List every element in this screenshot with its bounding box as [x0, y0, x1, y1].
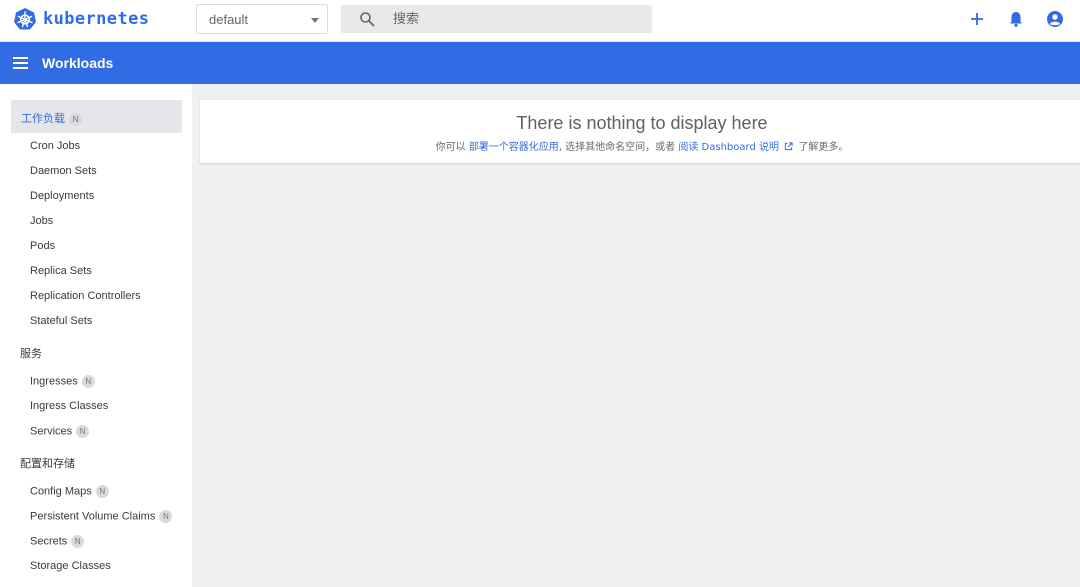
empty-state-title: There is nothing to display here: [516, 113, 768, 133]
sidebar-item-label: Persistent Volume Claims: [30, 510, 156, 523]
add-icon[interactable]: [968, 10, 986, 28]
sidebar-item-label: Services: [30, 425, 73, 438]
bell-icon[interactable]: [1007, 10, 1025, 28]
deploy-app-link[interactable]: 部署一个容器化应用: [469, 142, 559, 153]
namespace-value: default: [209, 12, 249, 27]
sidebar-item-label: 工作负载: [21, 113, 65, 125]
hint-middle: , 选择其他命名空间，或者: [558, 142, 676, 153]
account-icon[interactable]: [1046, 10, 1064, 28]
kubernetes-logo-icon[interactable]: [13, 7, 37, 31]
sidebar-item-replication-controllers[interactable]: Replication Controllers: [30, 290, 141, 302]
sidebar-item-daemon-sets[interactable]: Daemon Sets: [30, 165, 97, 177]
search-icon: [360, 12, 375, 27]
menu-icon[interactable]: [13, 56, 28, 70]
dashboard-docs-link[interactable]: 阅读 Dashboard 说明: [678, 142, 779, 153]
sidebar-item-deployments[interactable]: Deployments: [30, 190, 94, 202]
sidebar-item-replica-sets[interactable]: Replica Sets: [30, 265, 92, 277]
sidebar-item-storage-classes[interactable]: Storage Classes: [30, 560, 111, 572]
brand-name[interactable]: kubernetes: [43, 9, 149, 29]
sidebar-item-pods[interactable]: Pods: [30, 240, 55, 252]
external-link-icon[interactable]: [784, 142, 793, 151]
app-bar: Workloads: [0, 42, 1080, 84]
namespaced-badge: N: [71, 535, 85, 548]
sidebar-item-persistent-volume-claims[interactable]: Persistent Volume Claims N: [30, 510, 173, 523]
sidebar-item-cron-jobs[interactable]: Cron Jobs: [30, 140, 80, 152]
sidebar-section-config-storage[interactable]: 配置和存储: [20, 455, 75, 471]
sidebar-item-label: Secrets: [30, 535, 68, 548]
page-title: Workloads: [42, 55, 114, 71]
empty-state-card: There is nothing to display here 你可以 部署一…: [200, 100, 1080, 163]
hint-suffix: 了解更多。: [798, 142, 849, 153]
sidebar-item-stateful-sets[interactable]: Stateful Sets: [30, 315, 92, 327]
namespaced-badge: N: [95, 485, 109, 498]
sidebar-item-ingress-classes[interactable]: Ingress Classes: [30, 400, 108, 412]
search-box[interactable]: [341, 5, 652, 33]
sidebar-item-label: Config Maps: [30, 485, 92, 498]
sidebar-item-config-maps[interactable]: Config Maps N: [30, 485, 109, 498]
sidebar-item-services[interactable]: Services N: [30, 425, 90, 438]
sidebar-section-services[interactable]: 服务: [20, 345, 42, 361]
sidebar-item-secrets[interactable]: Secrets N: [30, 535, 85, 548]
namespaced-badge: N: [76, 425, 90, 438]
sidebar-item-label: Ingresses: [30, 375, 78, 388]
top-bar: kubernetes default: [0, 0, 1080, 42]
namespaced-badge: N: [81, 375, 95, 388]
sidebar-item-workloads[interactable]: 工作负载 N: [11, 100, 182, 133]
empty-state-hint: 你可以 部署一个容器化应用, 选择其他命名空间，或者 阅读 Dashboard …: [200, 138, 1080, 153]
namespace-select[interactable]: default: [196, 4, 328, 34]
namespaced-badge: N: [69, 112, 82, 126]
chevron-down-icon: [311, 18, 319, 23]
namespaced-badge: N: [159, 510, 173, 523]
sidebar: 工作负载 N Cron Jobs Daemon Sets Deployments …: [0, 84, 192, 587]
sidebar-item-ingresses[interactable]: Ingresses N: [30, 375, 95, 388]
sidebar-item-jobs[interactable]: Jobs: [30, 215, 53, 227]
hint-prefix: 你可以: [435, 142, 466, 153]
search-input[interactable]: [393, 9, 633, 29]
